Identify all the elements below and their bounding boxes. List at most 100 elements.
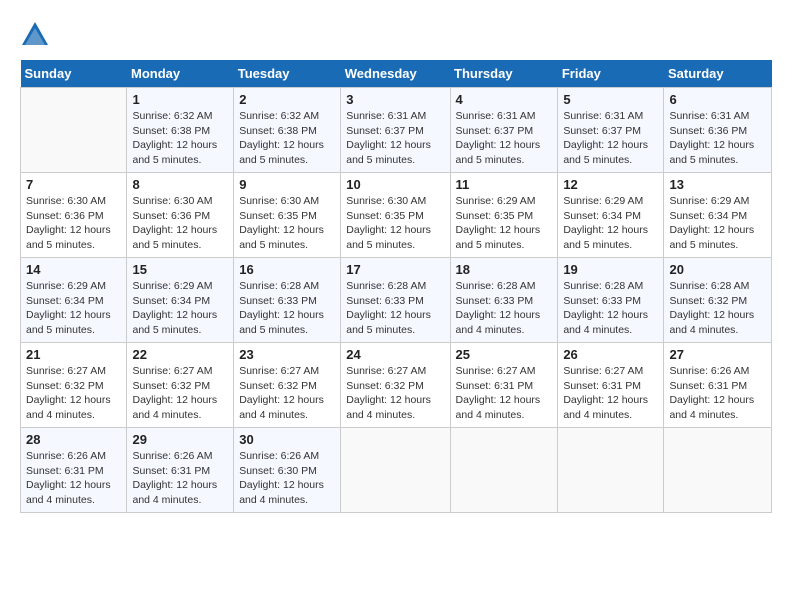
day-number: 17 <box>346 262 444 277</box>
calendar-cell: 8 Sunrise: 6:30 AMSunset: 6:36 PMDaylight… <box>127 173 234 258</box>
day-info: Sunrise: 6:29 AMSunset: 6:34 PMDaylight:… <box>132 279 228 338</box>
day-number: 1 <box>132 92 228 107</box>
day-info: Sunrise: 6:28 AMSunset: 6:33 PMDaylight:… <box>456 279 553 338</box>
day-info: Sunrise: 6:31 AMSunset: 6:37 PMDaylight:… <box>346 109 444 168</box>
calendar-cell: 24 Sunrise: 6:27 AMSunset: 6:32 PMDayligh… <box>341 343 450 428</box>
calendar-cell <box>341 428 450 513</box>
day-info: Sunrise: 6:31 AMSunset: 6:37 PMDaylight:… <box>563 109 658 168</box>
calendar-week-3: 14 Sunrise: 6:29 AMSunset: 6:34 PMDayligh… <box>21 258 772 343</box>
day-info: Sunrise: 6:26 AMSunset: 6:30 PMDaylight:… <box>239 449 335 508</box>
day-info: Sunrise: 6:29 AMSunset: 6:34 PMDaylight:… <box>563 194 658 253</box>
calendar-cell: 7 Sunrise: 6:30 AMSunset: 6:36 PMDaylight… <box>21 173 127 258</box>
weekday-header-thursday: Thursday <box>450 60 558 88</box>
day-number: 25 <box>456 347 553 362</box>
day-number: 8 <box>132 177 228 192</box>
calendar-week-2: 7 Sunrise: 6:30 AMSunset: 6:36 PMDaylight… <box>21 173 772 258</box>
calendar-cell: 9 Sunrise: 6:30 AMSunset: 6:35 PMDaylight… <box>234 173 341 258</box>
day-info: Sunrise: 6:30 AMSunset: 6:36 PMDaylight:… <box>26 194 121 253</box>
day-number: 11 <box>456 177 553 192</box>
logo <box>20 20 54 50</box>
day-info: Sunrise: 6:27 AMSunset: 6:32 PMDaylight:… <box>346 364 444 423</box>
calendar-cell: 27 Sunrise: 6:26 AMSunset: 6:31 PMDayligh… <box>664 343 772 428</box>
day-number: 28 <box>26 432 121 447</box>
day-number: 22 <box>132 347 228 362</box>
day-number: 4 <box>456 92 553 107</box>
day-info: Sunrise: 6:29 AMSunset: 6:34 PMDaylight:… <box>669 194 766 253</box>
day-number: 2 <box>239 92 335 107</box>
day-number: 30 <box>239 432 335 447</box>
day-info: Sunrise: 6:27 AMSunset: 6:31 PMDaylight:… <box>563 364 658 423</box>
calendar-week-4: 21 Sunrise: 6:27 AMSunset: 6:32 PMDayligh… <box>21 343 772 428</box>
day-number: 18 <box>456 262 553 277</box>
calendar-cell <box>558 428 664 513</box>
day-info: Sunrise: 6:26 AMSunset: 6:31 PMDaylight:… <box>669 364 766 423</box>
day-number: 5 <box>563 92 658 107</box>
day-number: 6 <box>669 92 766 107</box>
calendar-cell: 23Sunrise: 6:27 AMSunset: 6:32 PMDayligh… <box>234 343 341 428</box>
day-number: 26 <box>563 347 658 362</box>
calendar-cell: 18 Sunrise: 6:28 AMSunset: 6:33 PMDayligh… <box>450 258 558 343</box>
day-number: 24 <box>346 347 444 362</box>
calendar-cell <box>450 428 558 513</box>
day-info: Sunrise: 6:27 AMSunset: 6:32 PMDaylight:… <box>239 364 335 423</box>
day-number: 10 <box>346 177 444 192</box>
day-info: Sunrise: 6:27 AMSunset: 6:32 PMDaylight:… <box>132 364 228 423</box>
weekday-header-wednesday: Wednesday <box>341 60 450 88</box>
day-number: 3 <box>346 92 444 107</box>
day-info: Sunrise: 6:27 AMSunset: 6:31 PMDaylight:… <box>456 364 553 423</box>
day-number: 9 <box>239 177 335 192</box>
calendar-body: 1 Sunrise: 6:32 AMSunset: 6:38 PMDaylight… <box>21 88 772 513</box>
day-info: Sunrise: 6:32 AMSunset: 6:38 PMDaylight:… <box>239 109 335 168</box>
day-info: Sunrise: 6:28 AMSunset: 6:33 PMDaylight:… <box>239 279 335 338</box>
day-info: Sunrise: 6:26 AMSunset: 6:31 PMDaylight:… <box>132 449 228 508</box>
calendar-cell: 1 Sunrise: 6:32 AMSunset: 6:38 PMDaylight… <box>127 88 234 173</box>
day-info: Sunrise: 6:28 AMSunset: 6:33 PMDaylight:… <box>346 279 444 338</box>
day-info: Sunrise: 6:31 AMSunset: 6:36 PMDaylight:… <box>669 109 766 168</box>
calendar-cell: 29Sunrise: 6:26 AMSunset: 6:31 PMDayligh… <box>127 428 234 513</box>
calendar-cell: 19Sunrise: 6:28 AMSunset: 6:33 PMDayligh… <box>558 258 664 343</box>
calendar-cell: 5 Sunrise: 6:31 AMSunset: 6:37 PMDaylight… <box>558 88 664 173</box>
calendar-cell: 15 Sunrise: 6:29 AMSunset: 6:34 PMDayligh… <box>127 258 234 343</box>
calendar-week-5: 28 Sunrise: 6:26 AMSunset: 6:31 PMDayligh… <box>21 428 772 513</box>
weekday-header-monday: Monday <box>127 60 234 88</box>
calendar-week-1: 1 Sunrise: 6:32 AMSunset: 6:38 PMDaylight… <box>21 88 772 173</box>
calendar-cell: 13 Sunrise: 6:29 AMSunset: 6:34 PMDayligh… <box>664 173 772 258</box>
calendar-cell <box>664 428 772 513</box>
weekday-header-saturday: Saturday <box>664 60 772 88</box>
day-info: Sunrise: 6:31 AMSunset: 6:37 PMDaylight:… <box>456 109 553 168</box>
day-number: 7 <box>26 177 121 192</box>
day-number: 15 <box>132 262 228 277</box>
day-number: 13 <box>669 177 766 192</box>
calendar-cell: 28 Sunrise: 6:26 AMSunset: 6:31 PMDayligh… <box>21 428 127 513</box>
calendar-cell: 2 Sunrise: 6:32 AMSunset: 6:38 PMDaylight… <box>234 88 341 173</box>
day-number: 14 <box>26 262 121 277</box>
day-number: 16 <box>239 262 335 277</box>
calendar-cell: 16 Sunrise: 6:28 AMSunset: 6:33 PMDayligh… <box>234 258 341 343</box>
calendar-cell: 11 Sunrise: 6:29 AMSunset: 6:35 PMDayligh… <box>450 173 558 258</box>
day-number: 21 <box>26 347 121 362</box>
calendar-table: SundayMondayTuesdayWednesdayThursdayFrid… <box>20 60 772 513</box>
weekday-header-sunday: Sunday <box>21 60 127 88</box>
calendar-cell <box>21 88 127 173</box>
calendar-cell: 30 Sunrise: 6:26 AMSunset: 6:30 PMDayligh… <box>234 428 341 513</box>
day-info: Sunrise: 6:28 AMSunset: 6:32 PMDaylight:… <box>669 279 766 338</box>
day-number: 27 <box>669 347 766 362</box>
day-info: Sunrise: 6:30 AMSunset: 6:35 PMDaylight:… <box>239 194 335 253</box>
logo-icon <box>20 20 50 50</box>
day-info: Sunrise: 6:32 AMSunset: 6:38 PMDaylight:… <box>132 109 228 168</box>
calendar-cell: 3 Sunrise: 6:31 AMSunset: 6:37 PMDaylight… <box>341 88 450 173</box>
day-info: Sunrise: 6:28 AMSunset: 6:33 PMDaylight:… <box>563 279 658 338</box>
calendar-cell: 17 Sunrise: 6:28 AMSunset: 6:33 PMDayligh… <box>341 258 450 343</box>
calendar-cell: 25 Sunrise: 6:27 AMSunset: 6:31 PMDayligh… <box>450 343 558 428</box>
day-info: Sunrise: 6:26 AMSunset: 6:31 PMDaylight:… <box>26 449 121 508</box>
day-info: Sunrise: 6:30 AMSunset: 6:35 PMDaylight:… <box>346 194 444 253</box>
day-number: 12 <box>563 177 658 192</box>
day-info: Sunrise: 6:29 AMSunset: 6:35 PMDaylight:… <box>456 194 553 253</box>
day-info: Sunrise: 6:30 AMSunset: 6:36 PMDaylight:… <box>132 194 228 253</box>
weekday-header-row: SundayMondayTuesdayWednesdayThursdayFrid… <box>21 60 772 88</box>
day-info: Sunrise: 6:27 AMSunset: 6:32 PMDaylight:… <box>26 364 121 423</box>
calendar-cell: 21 Sunrise: 6:27 AMSunset: 6:32 PMDayligh… <box>21 343 127 428</box>
calendar-cell: 26 Sunrise: 6:27 AMSunset: 6:31 PMDayligh… <box>558 343 664 428</box>
calendar-cell: 4 Sunrise: 6:31 AMSunset: 6:37 PMDaylight… <box>450 88 558 173</box>
calendar-cell: 6 Sunrise: 6:31 AMSunset: 6:36 PMDaylight… <box>664 88 772 173</box>
